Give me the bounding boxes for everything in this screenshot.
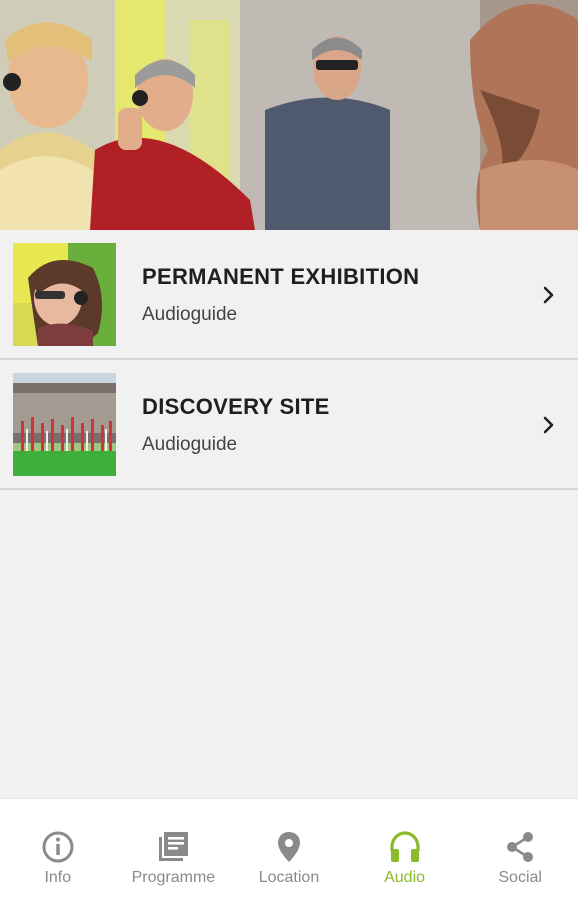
park-with-red-poles-thumbnail — [13, 373, 116, 476]
nav-item-audio[interactable]: Audio — [347, 799, 463, 900]
nav-label: Location — [258, 869, 320, 886]
headphones-icon — [389, 831, 420, 862]
info-icon — [42, 831, 74, 863]
audioguide-list: PERMANENT EXHIBITION Audioguide DISCOVER… — [0, 230, 578, 490]
list-item-title: DISCOVERY SITE — [142, 394, 330, 419]
nav-label: Programme — [131, 869, 216, 886]
chevron-right-icon — [543, 286, 554, 304]
woman-with-headphones-thumbnail — [13, 243, 116, 346]
programme-icon — [159, 832, 189, 861]
nav-item-info[interactable]: Info — [0, 799, 116, 900]
list-item-title: PERMANENT EXHIBITION — [142, 264, 420, 289]
share-icon — [507, 832, 534, 862]
location-pin-icon — [277, 832, 300, 862]
nav-label: Social — [498, 869, 542, 886]
list-item-subtitle: Audioguide — [142, 304, 238, 325]
nav-item-social[interactable]: Social — [462, 799, 578, 900]
list-item-permanent-exhibition[interactable]: PERMANENT EXHIBITION Audioguide — [0, 230, 578, 360]
chevron-right-icon — [543, 416, 554, 434]
bottom-navigation: Info Programme Location Audio Social — [0, 798, 578, 900]
nav-label: Info — [44, 869, 72, 886]
nav-item-programme[interactable]: Programme — [116, 799, 232, 900]
list-item-discovery-site[interactable]: DISCOVERY SITE Audioguide — [0, 360, 578, 490]
nav-label: Audio — [384, 869, 426, 886]
nav-item-location[interactable]: Location — [231, 799, 347, 900]
list-item-subtitle: Audioguide — [142, 434, 238, 455]
hero-image — [0, 0, 578, 230]
